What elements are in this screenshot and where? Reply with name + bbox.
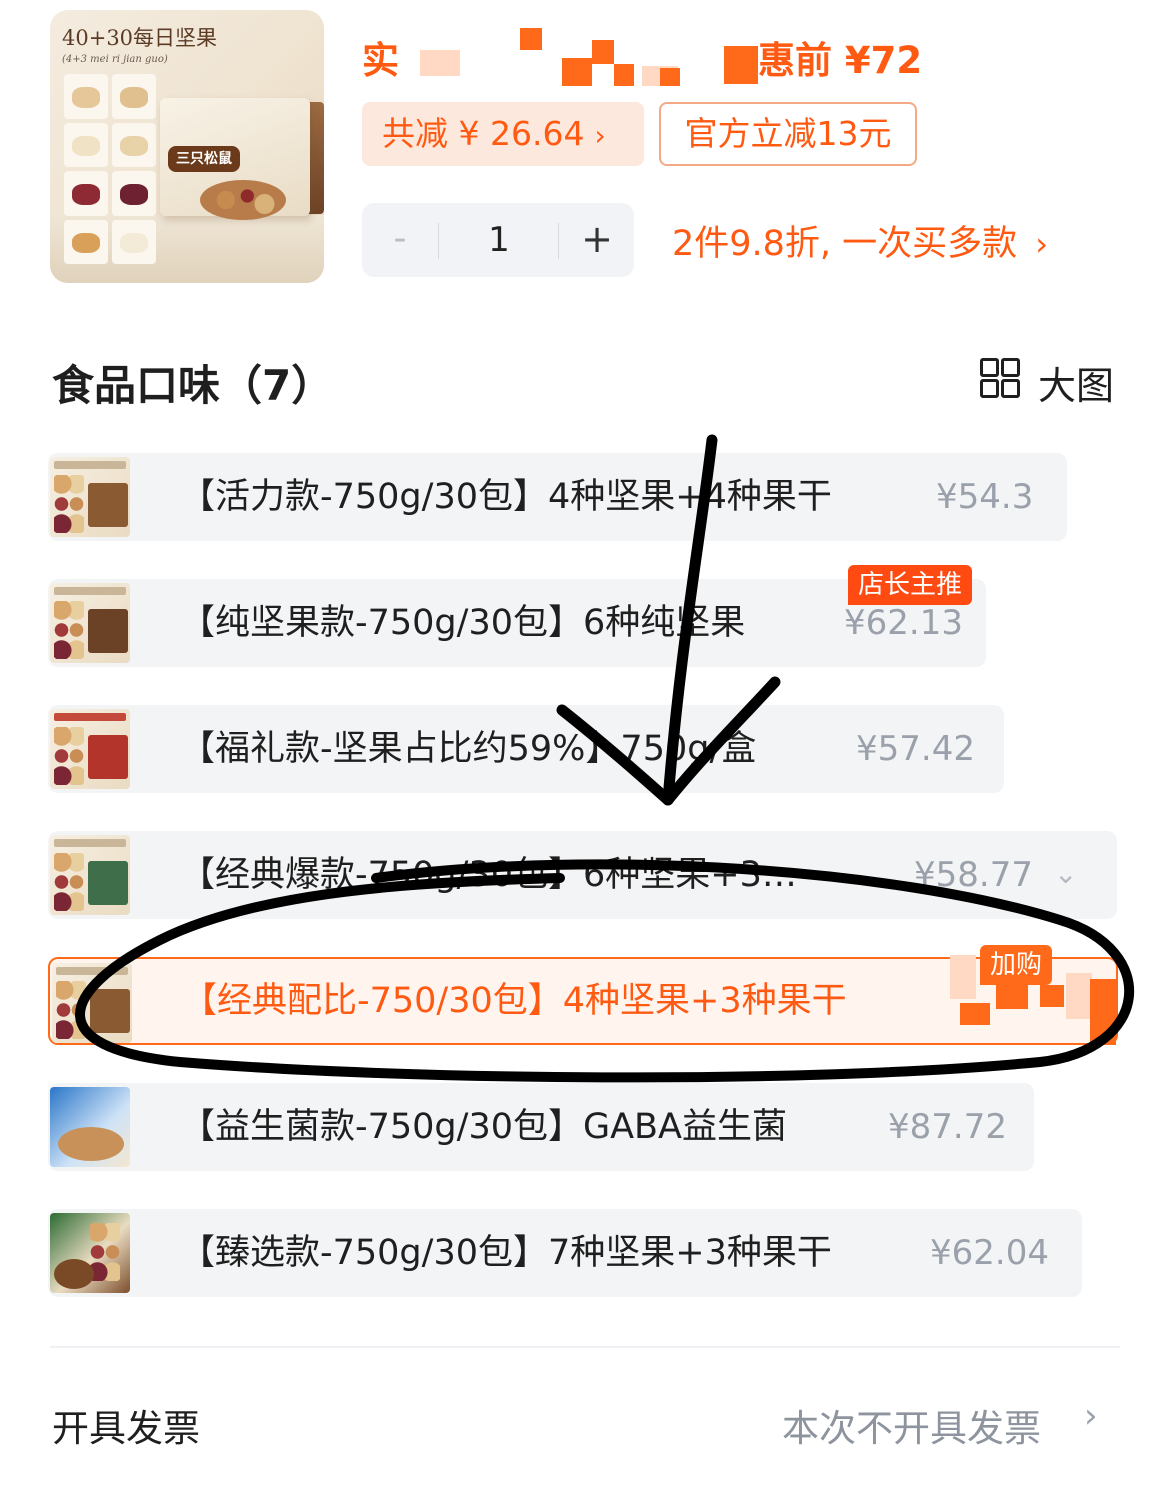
option-price: ¥87.72: [888, 1107, 1007, 1147]
option-thumbnail: [50, 709, 130, 789]
option-price: ¥58.77: [914, 855, 1033, 895]
thumb-subtitle: (4+3 mei ri jian guo): [62, 54, 168, 65]
option-label: 【活力款-750g/30包】4种坚果+4种果干: [180, 477, 832, 517]
decrease-button[interactable]: -: [362, 203, 438, 277]
total-discount-label: 共减 ¥ 26.64: [382, 114, 585, 153]
flavor-section-title: 食品口味（7）: [52, 361, 334, 410]
option-label: 【经典爆款-750g/30包】6种坚果+3…: [180, 855, 797, 895]
increase-button[interactable]: +: [560, 203, 634, 277]
multi-buy-promo-link[interactable]: 2件9.8折, 一次买多款 ›: [672, 215, 1048, 266]
quantity-input[interactable]: 1: [440, 203, 558, 277]
multi-buy-promo-text: 2件9.8折, 一次买多款: [672, 224, 1018, 264]
option-label: 【福礼款-坚果占比约59%】750g/盒: [180, 729, 757, 769]
option-price: ¥54.3: [936, 477, 1034, 517]
chevron-right-icon: ›: [1035, 225, 1048, 263]
flavor-option-probiotic[interactable]: 【益生菌款-750g/30包】GABA益生菌 ¥87.72: [48, 1083, 1034, 1171]
option-price: ¥62.04: [930, 1233, 1049, 1273]
section-divider: [50, 1346, 1120, 1348]
flavor-option-classic-bestseller[interactable]: 【经典爆款-750g/30包】6种坚果+3… ¥58.77 ⌄: [48, 831, 1117, 919]
price-redaction: [402, 28, 758, 86]
brand-logo: 三只松鼠: [168, 146, 240, 172]
thumb-nuts: [200, 180, 286, 220]
option-thumbnail: [50, 835, 130, 915]
option-thumbnail: [52, 963, 132, 1043]
option-thumbnail: [50, 457, 130, 537]
option-label: 【经典配比-750/30包】4种坚果+3种果干: [182, 981, 847, 1021]
option-thumbnail: [50, 583, 130, 663]
flavor-option-premium[interactable]: 【臻选款-750g/30包】7种坚果+3种果干 ¥62.04: [48, 1209, 1082, 1297]
option-label: 【益生菌款-750g/30包】GABA益生菌: [180, 1107, 787, 1147]
big-view-label: 大图: [1038, 364, 1115, 408]
flavor-option-pure-nuts[interactable]: 【纯坚果款-750g/30包】6种纯坚果 ¥62.13 店长主推: [48, 565, 986, 667]
chevron-right-icon: ›: [594, 119, 606, 152]
flavor-option-vitality[interactable]: 【活力款-750g/30包】4种坚果+4种果干 ¥54.3: [48, 453, 1067, 541]
invoice-setting-link[interactable]: 本次不开具发票: [782, 1398, 1041, 1452]
option-price: ¥57.42: [856, 729, 975, 769]
option-label: 【臻选款-750g/30包】7种坚果+3种果干: [180, 1233, 832, 1273]
stepper-divider: [438, 223, 439, 259]
flavor-option-gift[interactable]: 【福礼款-坚果占比约59%】750g/盒 ¥57.42: [48, 705, 1004, 793]
stepper-divider: [558, 223, 559, 259]
product-image[interactable]: 40+30每日坚果 (4+3 mei ri jian guo) 三只松鼠: [50, 10, 324, 283]
official-discount-badge: 官方立减13元: [659, 102, 917, 166]
flavor-option-classic-ratio[interactable]: 【经典配比-750/30包】4种坚果+3种果干 加购: [48, 945, 1118, 1045]
price-prefix: 实: [362, 39, 399, 82]
option-label: 【纯坚果款-750g/30包】6种纯坚果: [180, 603, 746, 643]
invoice-label: 开具发票: [52, 1407, 200, 1450]
chevron-down-icon[interactable]: ⌄: [1054, 831, 1077, 919]
chevron-right-icon[interactable]: ›: [1084, 1396, 1098, 1436]
option-thumbnail: [50, 1087, 130, 1167]
thumb-title: 40+30每日坚果: [62, 26, 218, 50]
price-before-discount: 惠前 ¥72: [758, 39, 923, 82]
option-thumbnail: [50, 1213, 130, 1293]
recommended-badge: 店长主推: [848, 565, 973, 605]
thumb-nut-grid: [64, 74, 156, 264]
grid-view-icon: [980, 358, 1020, 398]
quantity-stepper: - 1 +: [362, 203, 634, 277]
total-discount-button[interactable]: 共减 ¥ 26.64 ›: [362, 102, 644, 166]
